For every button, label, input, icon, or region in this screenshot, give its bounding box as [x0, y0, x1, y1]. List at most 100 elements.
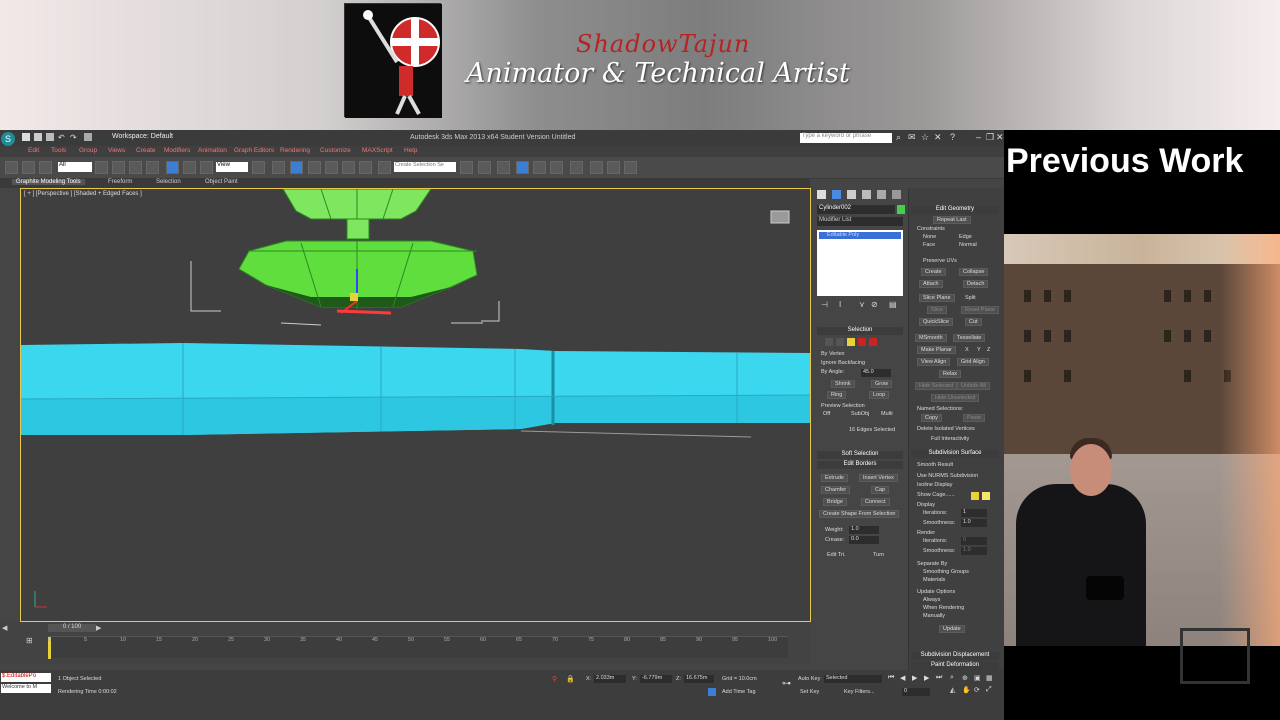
cage-color-swatch[interactable]: [971, 492, 979, 500]
maximize-viewport-icon[interactable]: ⤢: [986, 686, 992, 694]
field-of-view-icon[interactable]: ◭: [950, 686, 955, 694]
window-crossing-icon[interactable]: [146, 161, 159, 174]
by-vertex-checkbox[interactable]: By Vertex: [821, 351, 845, 357]
shrink-button[interactable]: Shrink: [831, 380, 855, 388]
create-button[interactable]: Create: [921, 268, 946, 276]
use-nurms-checkbox[interactable]: Use NURMS Subdivision: [917, 473, 978, 479]
update-when-rendering-radio[interactable]: When Rendering: [923, 605, 964, 611]
x-coordinate-field[interactable]: 2.033m: [594, 675, 626, 683]
ignore-backfacing-checkbox[interactable]: Ignore Backfacing: [821, 360, 865, 366]
key-filters-button[interactable]: Key Filters...: [844, 689, 875, 695]
close-icon[interactable]: ✕: [996, 132, 1004, 143]
turn-button[interactable]: Turn: [873, 552, 884, 558]
polygon-level-icon[interactable]: [858, 338, 866, 346]
time-slider[interactable]: 0 / 100: [48, 624, 96, 632]
render-smoothness-spinner[interactable]: 1.0: [961, 547, 987, 555]
constraint-normal-radio[interactable]: Normal: [959, 242, 977, 248]
mini-curve-editor-icon[interactable]: ⊞: [26, 636, 33, 645]
configure-modifier-sets-icon[interactable]: ▤: [889, 300, 897, 309]
modify-tab-icon[interactable]: [832, 190, 841, 199]
time-tag-icon[interactable]: [708, 688, 716, 696]
select-manipulate-icon[interactable]: [272, 161, 285, 174]
make-planar-button[interactable]: Make Planar: [917, 346, 956, 354]
hide-selected-button[interactable]: Hide Selected: [915, 382, 958, 390]
maxscript-listener-input[interactable]: $.EditablePo: [1, 673, 51, 682]
selection-region-icon[interactable]: [129, 161, 142, 174]
track-bar[interactable]: 0 5 10 15 20 25 30 35 40 45 50 55 60 65 …: [48, 636, 788, 659]
collapse-button[interactable]: Collapse: [959, 268, 989, 276]
pan-view-icon[interactable]: ✋: [962, 686, 971, 694]
pivot-center-icon[interactable]: [252, 161, 265, 174]
menu-maxscript[interactable]: MAXScript: [362, 147, 393, 154]
current-frame-field[interactable]: 0: [902, 688, 930, 696]
reset-plane-button[interactable]: Reset Plane: [961, 306, 999, 314]
preview-off-radio[interactable]: Off: [823, 411, 830, 417]
paste-button[interactable]: Paste: [963, 414, 986, 422]
remove-modifier-icon[interactable]: ⊘: [871, 300, 878, 309]
edit-named-selection-icon[interactable]: [378, 161, 391, 174]
smoothing-groups-checkbox[interactable]: Smoothing Groups: [923, 569, 969, 575]
angle-snap-icon[interactable]: [325, 161, 338, 174]
utilities-tab-icon[interactable]: [892, 190, 901, 199]
menu-edit[interactable]: Edit: [28, 147, 39, 154]
angle-spinner[interactable]: 45.0: [861, 369, 891, 377]
link-icon[interactable]: [39, 161, 52, 174]
cage-selected-color-swatch[interactable]: [982, 492, 990, 500]
new-file-icon[interactable]: [22, 133, 30, 141]
go-to-start-icon[interactable]: ⏮: [888, 674, 894, 682]
connect-button[interactable]: Connect: [861, 498, 890, 506]
preview-subobj-radio[interactable]: SubObj: [851, 411, 869, 417]
create-shape-button[interactable]: Create Shape From Selection: [819, 510, 900, 518]
zoom-icon[interactable]: ⌕: [950, 674, 954, 682]
zoom-extents-icon[interactable]: ▣: [974, 674, 981, 682]
key-mode-dropdown[interactable]: Selected: [824, 675, 882, 683]
rollout-subdivision-displacement[interactable]: Subdivision Displacement: [911, 652, 999, 660]
rollout-edit-borders[interactable]: Edit Borders: [817, 461, 903, 469]
constraint-edge-radio[interactable]: Edge: [959, 234, 972, 240]
preserve-uvs-checkbox[interactable]: Preserve UVs: [923, 258, 957, 264]
update-always-radio[interactable]: Always: [923, 597, 940, 603]
iterations-spinner[interactable]: 1: [961, 509, 987, 517]
msmooth-button[interactable]: MSmooth: [915, 334, 947, 342]
menu-help[interactable]: Help: [404, 147, 417, 154]
update-button[interactable]: Update: [939, 625, 965, 633]
named-selection-set-dropdown[interactable]: Create Selection Se: [394, 162, 456, 172]
timeline-next-icon[interactable]: ▶: [96, 624, 101, 632]
project-folder-icon[interactable]: [84, 133, 92, 141]
percent-snap-icon[interactable]: [342, 161, 355, 174]
selection-lock-icon[interactable]: 🔒: [566, 675, 575, 683]
auto-key-button[interactable]: Auto Key: [798, 676, 820, 682]
object-name-field[interactable]: Cylinder002: [817, 205, 895, 214]
align-icon[interactable]: [478, 161, 491, 174]
bridge-button[interactable]: Bridge: [823, 498, 847, 506]
make-unique-icon[interactable]: ⋎: [859, 300, 865, 309]
grid-align-button[interactable]: Grid Align: [957, 358, 989, 366]
layer-manager-icon[interactable]: [497, 161, 510, 174]
mirror-icon[interactable]: [460, 161, 473, 174]
edit-tri-button[interactable]: Edit Tri.: [827, 552, 846, 558]
snaps-toggle-icon[interactable]: [308, 161, 321, 174]
favorites-icon[interactable]: ☆: [921, 132, 929, 143]
zoom-all-icon[interactable]: ⊕: [962, 674, 968, 682]
by-angle-checkbox[interactable]: By Angle:: [821, 369, 844, 375]
add-time-tag[interactable]: Add Time Tag: [722, 689, 756, 695]
close-search-icon[interactable]: ✕: [934, 132, 942, 143]
loop-button[interactable]: Loop: [869, 391, 890, 399]
delete-isolated-checkbox[interactable]: Delete Isolated Vertices: [917, 426, 975, 432]
chamfer-button[interactable]: Chamfer: [821, 486, 851, 494]
attach-button[interactable]: Attach: [919, 280, 943, 288]
smoothness-spinner[interactable]: 1.0: [961, 519, 987, 527]
show-end-result-icon[interactable]: I: [839, 300, 841, 309]
split-checkbox[interactable]: Split: [965, 295, 976, 301]
go-to-end-icon[interactable]: ⏭: [936, 674, 942, 682]
perspective-viewport[interactable]: [ + ] [Perspective ] [Shaded + Edged Fac…: [20, 188, 811, 622]
element-level-icon[interactable]: [869, 338, 877, 346]
view-align-button[interactable]: View Align: [917, 358, 951, 366]
set-key-icon[interactable]: ⊶: [782, 678, 791, 689]
modifier-list-dropdown[interactable]: Modifier List: [817, 217, 903, 226]
detach-button[interactable]: Detach: [963, 280, 989, 288]
menu-rendering[interactable]: Rendering: [280, 147, 310, 154]
tab-freeform[interactable]: Freeform: [108, 179, 132, 185]
menu-customize[interactable]: Customize: [320, 147, 351, 154]
tab-object-paint[interactable]: Object Paint: [205, 179, 238, 185]
